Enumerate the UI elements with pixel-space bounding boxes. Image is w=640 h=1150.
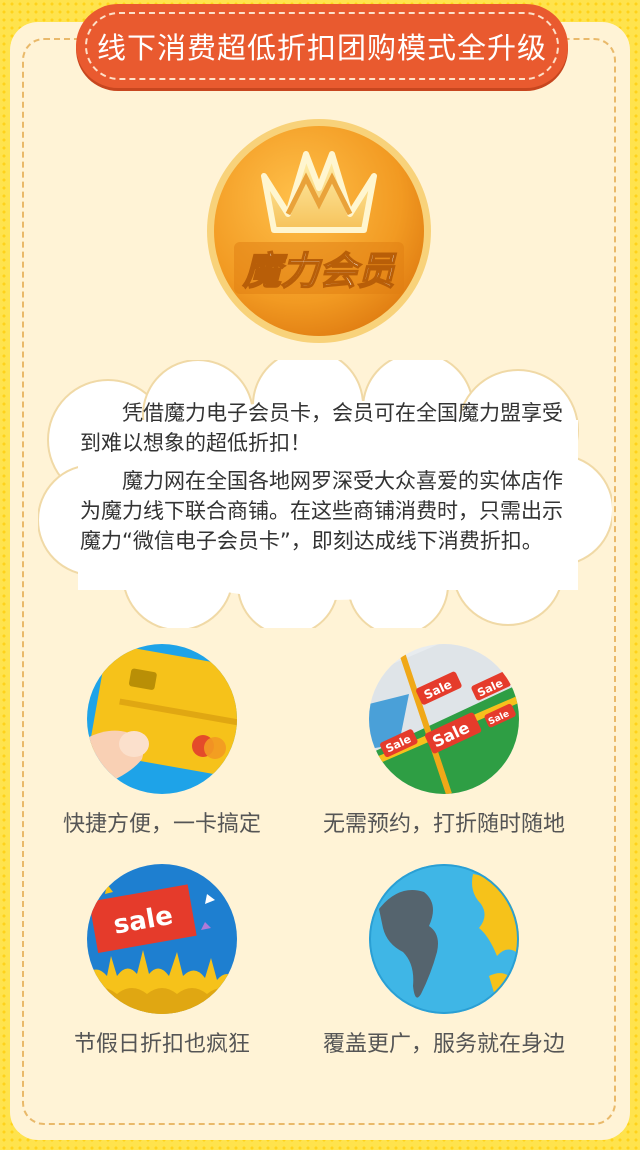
feature-holiday-sale: sale 节假日折扣也疯狂 <box>32 864 292 1058</box>
intro-paragraph-1: 凭借魔力电子会员卡，会员可在全国魔力盟享受到难以想象的超低折扣！ <box>80 401 563 455</box>
title-banner: 线下消费超低折扣团购模式全升级 <box>76 4 568 88</box>
banner-inner-border: 线下消费超低折扣团购模式全升级 <box>85 12 559 80</box>
intro-text: 凭借魔力电子会员卡，会员可在全国魔力盟享受到难以想象的超低折扣！ 魔力网在全国各… <box>80 398 570 564</box>
sale-crowd-icon: sale <box>87 864 237 1014</box>
feature-wide-coverage: 覆盖更广，服务就在身边 <box>314 864 574 1058</box>
credit-card-icon <box>87 644 237 794</box>
feature-label: 节假日折扣也疯狂 <box>73 1032 250 1057</box>
member-badge: 魔力会员 <box>207 119 431 343</box>
feature-label: 快捷方便，一卡搞定 <box>62 812 261 837</box>
page: 线下消费超低折扣团购模式全升级 魔力会员 凭借魔力电子会员卡，会员可在全国魔力盟… <box>0 0 640 1150</box>
feature-quick-card: 快捷方便，一卡搞定 <box>32 644 292 838</box>
intro-paragraph-2: 魔力网在全国各地网罗深受大众喜爱的实体店作为魔力线下联合商铺。在这些商铺消费时，… <box>80 469 563 553</box>
globe-icon <box>369 864 519 1014</box>
badge-text: 魔力会员 <box>242 249 397 293</box>
banner-title: 线下消费超低折扣团购模式全升级 <box>96 31 547 65</box>
feature-label: 无需预约，打折随时随地 <box>322 812 565 837</box>
sale-map-icon: Sale Sale Sale Sale Sale <box>369 644 519 794</box>
feature-label: 覆盖更广，服务就在身边 <box>322 1032 565 1057</box>
feature-no-booking: Sale Sale Sale Sale Sale 无需预约，打折随时随地 <box>314 644 574 838</box>
